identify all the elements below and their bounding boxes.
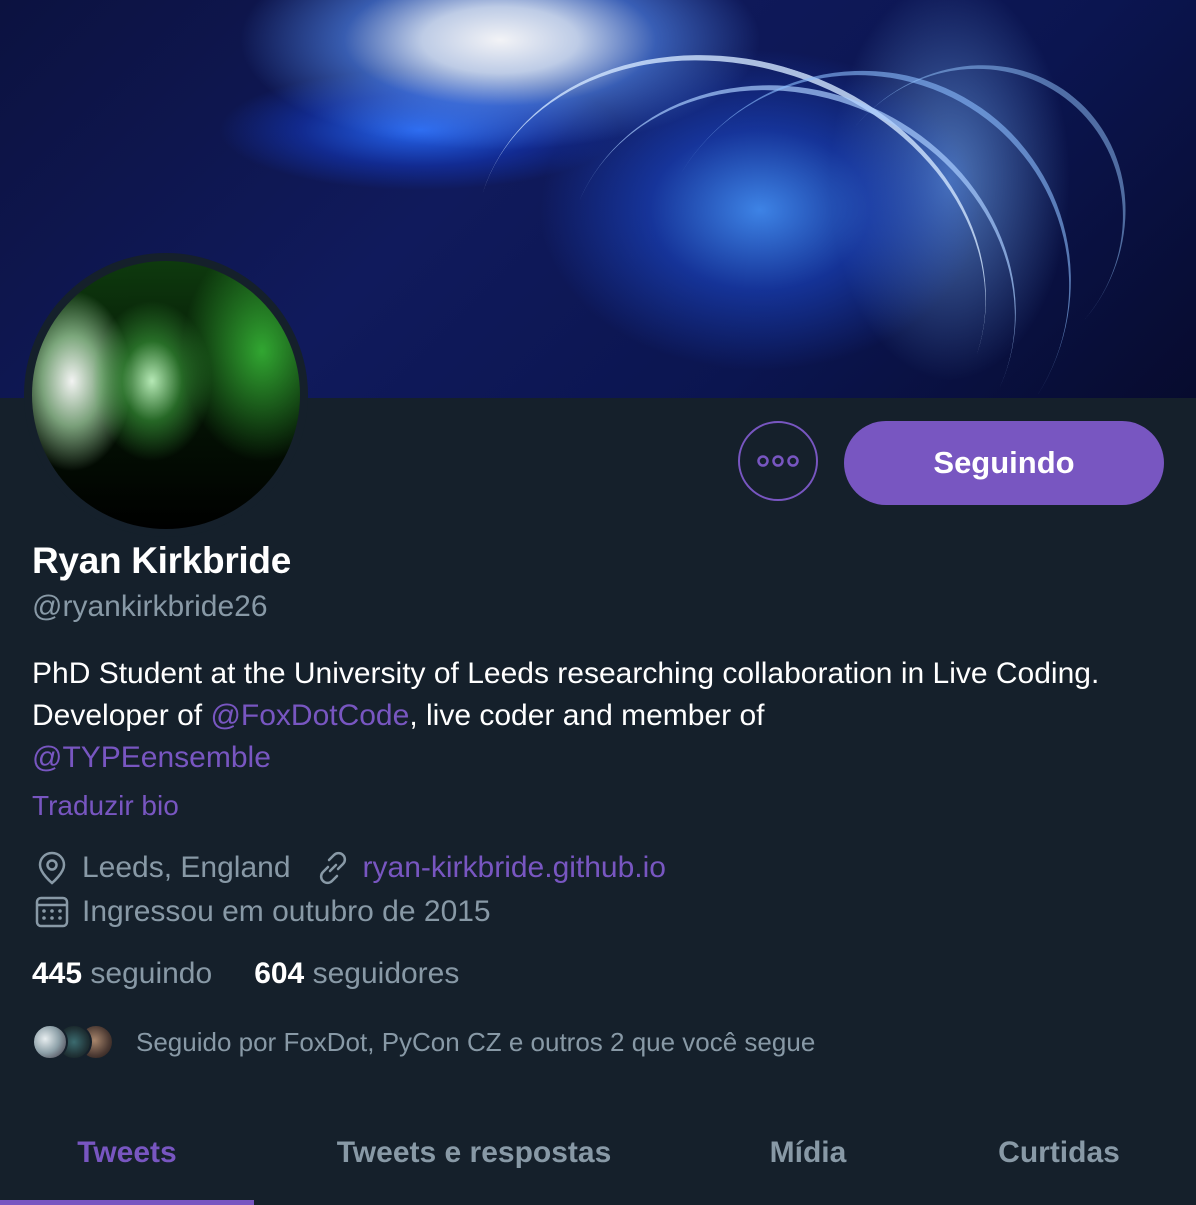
followed-by-row[interactable]: Seguido por FoxDot, PyCon CZ e outros 2 … bbox=[32, 1022, 815, 1062]
link-icon bbox=[313, 848, 353, 888]
profile-handle: @ryankirkbride26 bbox=[32, 590, 268, 623]
tab-media-label: Mídia bbox=[769, 1135, 847, 1169]
following-button[interactable]: Seguindo bbox=[844, 421, 1164, 505]
profile-meta-joined-row: Ingressou em outubro de 2015 bbox=[32, 892, 491, 932]
tab-likes[interactable]: Curtidas bbox=[922, 1100, 1196, 1205]
tab-tweets-label: Tweets bbox=[77, 1135, 177, 1169]
followers-label: seguidores bbox=[312, 957, 460, 990]
bio-text-2: , live coder and member of bbox=[409, 699, 765, 732]
profile-name: Ryan Kirkbride bbox=[32, 540, 291, 581]
profile-tabs: Tweets Tweets e respostas Mídia Curtidas bbox=[0, 1100, 1196, 1205]
calendar-icon bbox=[32, 892, 72, 932]
location-pin-icon bbox=[32, 848, 72, 888]
tab-tweets-and-replies[interactable]: Tweets e respostas bbox=[254, 1100, 694, 1205]
tab-tweets-and-replies-label: Tweets e respostas bbox=[336, 1135, 612, 1169]
followed-by-text: Seguido por FoxDot, PyCon CZ e outros 2 … bbox=[136, 1026, 816, 1057]
more-horizontal-icon bbox=[757, 455, 799, 467]
profile-page: Seguindo Ryan Kirkbride @ryankirkbride26… bbox=[0, 0, 1196, 1205]
profile-avatar[interactable] bbox=[24, 253, 308, 537]
following-stat[interactable]: 445 seguindo bbox=[32, 957, 212, 991]
profile-stats: 445 seguindo 604 seguidores bbox=[32, 957, 459, 991]
avatar-image bbox=[32, 261, 300, 529]
tab-likes-label: Curtidas bbox=[998, 1135, 1120, 1169]
profile-website-link[interactable]: ryan-kirkbride.github.io bbox=[363, 851, 666, 885]
profile-location: Leeds, England bbox=[82, 851, 291, 884]
followed-by-avatars bbox=[32, 1022, 122, 1062]
profile-joined-date: Ingressou em outubro de 2015 bbox=[82, 895, 491, 928]
tab-media[interactable]: Mídia bbox=[694, 1100, 922, 1205]
following-button-label: Seguindo bbox=[933, 445, 1075, 480]
profile-bio: PhD Student at the University of Leeds r… bbox=[32, 653, 1152, 779]
followers-count: 604 bbox=[254, 957, 305, 990]
mini-avatar-1 bbox=[32, 1024, 68, 1060]
translate-bio-link[interactable]: Traduzir bio bbox=[32, 790, 179, 822]
profile-meta-location-row: Leeds, England ryan-kirkbride.github.io bbox=[32, 848, 666, 888]
following-count: 445 bbox=[32, 957, 83, 990]
more-options-button[interactable] bbox=[738, 421, 818, 501]
following-label: seguindo bbox=[90, 957, 213, 990]
bio-mention-typeensemble[interactable]: @TYPEensemble bbox=[32, 741, 271, 774]
followers-stat[interactable]: 604 seguidores bbox=[254, 957, 459, 991]
tab-tweets[interactable]: Tweets bbox=[0, 1100, 254, 1205]
bio-mention-foxdotcode[interactable]: @FoxDotCode bbox=[210, 699, 409, 732]
active-tab-indicator bbox=[0, 1200, 254, 1205]
